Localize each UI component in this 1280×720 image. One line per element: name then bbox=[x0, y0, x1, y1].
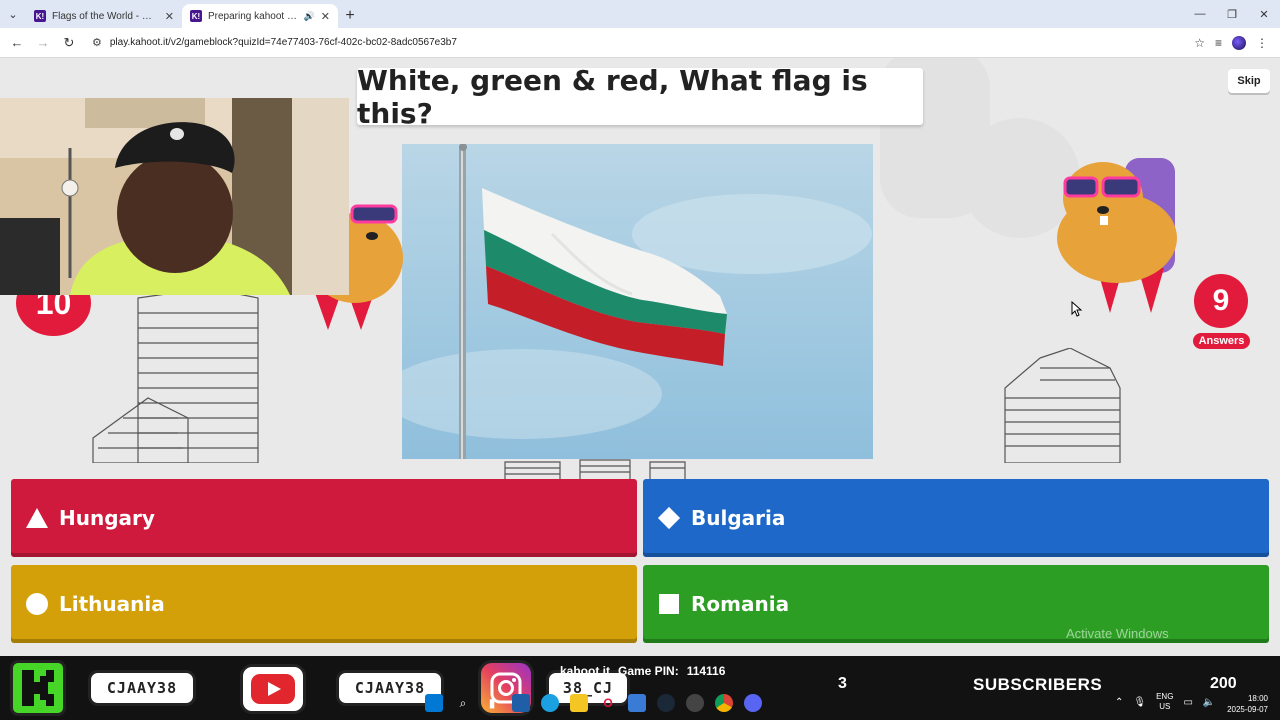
media-control-icon[interactable]: ≡ bbox=[1215, 36, 1222, 50]
square-icon bbox=[657, 592, 681, 616]
mouse-cursor-icon bbox=[1071, 301, 1083, 317]
tab-title: Preparing kahoot - Kahoot! bbox=[208, 10, 298, 22]
browser-tab-bar: ⌄ K! Flags of the World - Details - K ✕ … bbox=[0, 0, 1280, 28]
pin-value: 114116 bbox=[686, 664, 726, 678]
webcam-feed bbox=[0, 98, 349, 295]
window-controls: — ❐ ✕ bbox=[1184, 0, 1280, 28]
answer-button-lithuania[interactable]: Lithuania bbox=[11, 565, 637, 643]
microphone-icon[interactable]: 🎙 bbox=[1133, 697, 1146, 708]
address-bar: ← → ↻ ⚙ play.kahoot.it/v2/gameblock?quiz… bbox=[0, 28, 1280, 58]
forward-button[interactable]: → bbox=[32, 32, 54, 54]
close-tab-icon[interactable]: ✕ bbox=[321, 10, 330, 23]
chevron-up-icon[interactable]: ⌃ bbox=[1115, 697, 1123, 708]
minimize-icon[interactable]: — bbox=[1184, 0, 1216, 28]
streamer-webcam bbox=[0, 98, 349, 295]
network-icon[interactable]: ▭ bbox=[1183, 697, 1192, 708]
kick-logo-icon bbox=[10, 660, 66, 716]
site-info-icon[interactable]: ⚙ bbox=[92, 36, 102, 49]
building-illustration-right bbox=[1004, 348, 1121, 463]
opera-icon[interactable]: O bbox=[599, 694, 617, 712]
bulgarian-flag-photo bbox=[402, 144, 873, 459]
reload-button[interactable]: ↻ bbox=[58, 32, 80, 54]
stream-overlay-bar: CJAAY38 CJAAY38 38_CJ kahoot.it Game PIN… bbox=[0, 656, 1280, 720]
answer-label: Lithuania bbox=[59, 592, 165, 616]
subscriber-label: SUBSCRIBERS bbox=[973, 675, 1103, 694]
question-title: White, green & red, What flag is this? bbox=[357, 64, 923, 130]
clock-time: 18:00 bbox=[1247, 694, 1268, 703]
file-explorer-icon[interactable] bbox=[512, 694, 530, 712]
tab-preparing-kahoot[interactable]: K! Preparing kahoot - Kahoot! 🔊 ✕ bbox=[182, 4, 338, 28]
game-pin: kahoot.it Game PIN: 114116 bbox=[560, 664, 725, 678]
tab-title: Flags of the World - Details - K bbox=[52, 10, 159, 22]
beaver-mascot-right bbox=[1057, 158, 1177, 313]
url-field[interactable]: ⚙ play.kahoot.it/v2/gameblock?quizId=74e… bbox=[84, 30, 1191, 55]
answers-count: 9 bbox=[1194, 274, 1248, 328]
question-image bbox=[402, 144, 873, 459]
triangle-icon bbox=[25, 506, 49, 530]
tab-search-icon[interactable]: ⌄ bbox=[0, 0, 26, 28]
game-stage: White, green & red, What flag is this? S… bbox=[0, 58, 1280, 656]
app-icon[interactable] bbox=[686, 694, 704, 712]
windows-start-icon[interactable] bbox=[425, 694, 443, 712]
answer-label: Romania bbox=[691, 592, 790, 616]
subscriber-count: 3 bbox=[838, 675, 847, 692]
chrome-icon[interactable] bbox=[715, 694, 733, 712]
taskbar-icons: ⌕ ▮ O bbox=[425, 694, 762, 712]
kahoot-brand: kahoot.it bbox=[560, 664, 610, 678]
clock-date: 2025-09-07 bbox=[1227, 705, 1268, 714]
circle-icon bbox=[25, 592, 49, 616]
toolbar-icons: ☆ ≡ ⋮ bbox=[1194, 35, 1274, 50]
youtube-logo-icon bbox=[240, 664, 306, 714]
subscriber-goal: 200 bbox=[1210, 675, 1237, 692]
system-tray: ⌃ 🎙 ENG US ▭ 🔈 bbox=[1115, 692, 1215, 712]
bookmark-star-icon[interactable]: ☆ bbox=[1194, 36, 1205, 50]
new-tab-button[interactable]: + bbox=[338, 4, 362, 28]
kahoot-favicon-icon: K! bbox=[190, 10, 202, 22]
speaker-icon[interactable]: 🔊 bbox=[304, 11, 315, 22]
building-illustration-bottom bbox=[504, 459, 686, 480]
answer-label: Bulgaria bbox=[691, 506, 786, 530]
steam-icon[interactable] bbox=[657, 694, 675, 712]
folder-icon[interactable] bbox=[570, 694, 588, 712]
answer-button-hungary[interactable]: Hungary bbox=[11, 479, 637, 557]
profile-avatar[interactable] bbox=[1232, 35, 1246, 50]
kahoot-favicon-icon: K! bbox=[34, 10, 46, 22]
task-view-icon[interactable]: ▮ bbox=[483, 694, 501, 712]
close-window-icon[interactable]: ✕ bbox=[1248, 0, 1280, 28]
restore-icon[interactable]: ❐ bbox=[1216, 0, 1248, 28]
close-tab-icon[interactable]: ✕ bbox=[165, 10, 174, 23]
answer-button-romania[interactable]: Romania bbox=[643, 565, 1269, 643]
activate-windows-watermark: Activate Windows bbox=[1066, 626, 1169, 641]
language-indicator[interactable]: ENG US bbox=[1156, 692, 1173, 712]
skip-button[interactable]: Skip bbox=[1228, 69, 1270, 93]
answers-label: Answers bbox=[1193, 333, 1250, 349]
edge-icon[interactable] bbox=[541, 694, 559, 712]
search-icon[interactable]: ⌕ bbox=[454, 694, 472, 712]
menu-kebab-icon[interactable]: ⋮ bbox=[1256, 36, 1268, 50]
kick-handle: CJAAY38 bbox=[88, 670, 196, 706]
back-button[interactable]: ← bbox=[6, 32, 28, 54]
building-illustration-left bbox=[92, 288, 259, 463]
answer-button-bulgaria[interactable]: Bulgaria bbox=[643, 479, 1269, 557]
lang-bottom: US bbox=[1159, 702, 1171, 711]
pin-label: Game PIN: bbox=[618, 664, 679, 678]
taskbar-clock[interactable]: 18:00 2025-09-07 bbox=[1226, 693, 1268, 715]
volume-icon[interactable]: 🔈 bbox=[1203, 697, 1215, 708]
tab-flags-of-the-world[interactable]: K! Flags of the World - Details - K ✕ bbox=[26, 4, 182, 28]
diamond-icon bbox=[657, 506, 681, 530]
store-icon[interactable] bbox=[628, 694, 646, 712]
answer-label: Hungary bbox=[59, 506, 155, 530]
discord-icon[interactable] bbox=[744, 694, 762, 712]
lang-top: ENG bbox=[1156, 692, 1174, 701]
url-text: play.kahoot.it/v2/gameblock?quizId=74e77… bbox=[109, 37, 457, 48]
